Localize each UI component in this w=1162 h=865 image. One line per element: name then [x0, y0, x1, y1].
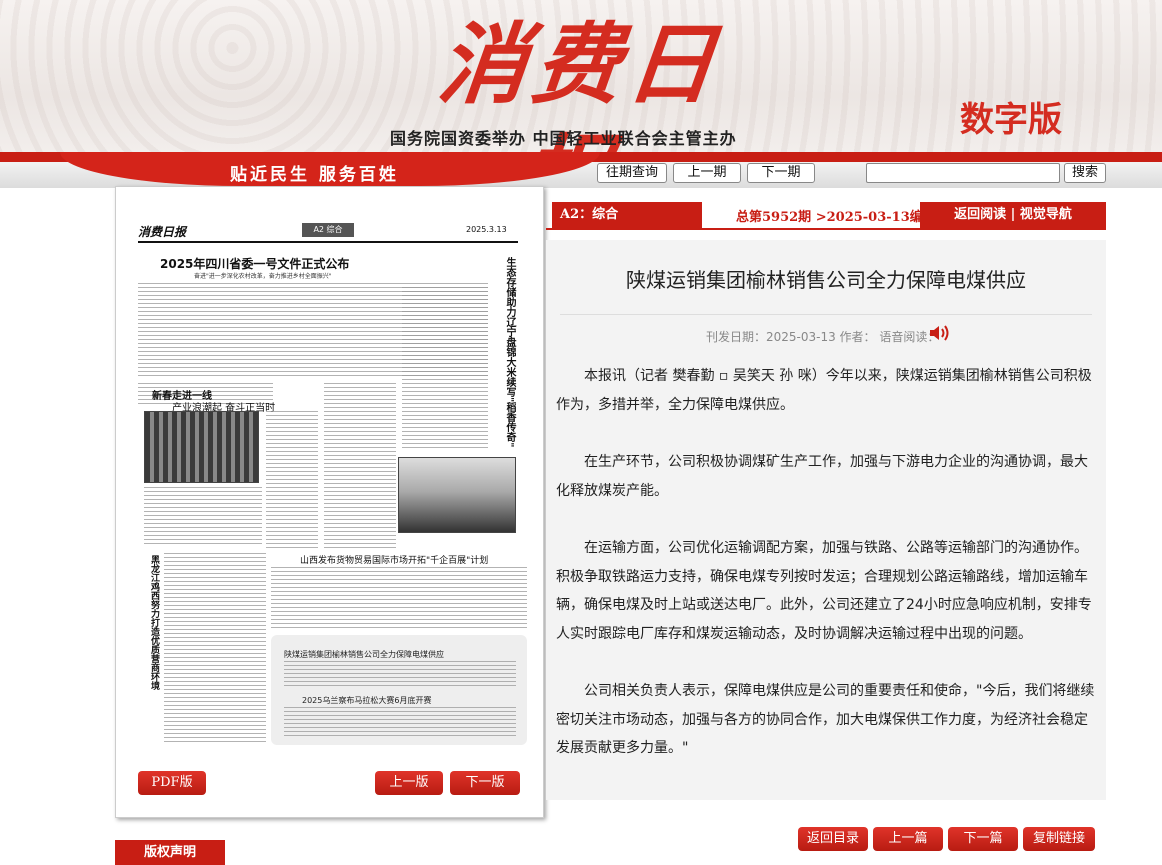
article-meta: 刊发日期：2025-03-13 作者： 语音阅读： — [706, 330, 940, 344]
grain-silo-photo — [398, 457, 516, 533]
newspaper-page-image[interactable]: 消费日报 A2 综合 2025.3.13 2025年四川省委一号文件正式公布 奋… — [115, 186, 544, 818]
page-brief-title-2[interactable]: 2025乌兰察布马拉松大赛6月底开赛 — [302, 695, 431, 706]
article-panel: 陕煤运销集团榆林销售公司全力保障电煤供应 刊发日期：2025-03-13 作者：… — [546, 240, 1106, 800]
search-input[interactable] — [866, 163, 1060, 183]
article-divider — [560, 314, 1092, 315]
article-header-rule — [546, 228, 1106, 230]
site-header: 消费日报 数字版 国务院国资委举办 中国轻工业联合会主管主办 — [0, 0, 1162, 160]
page-section-label: A2 综合 — [302, 223, 354, 237]
page-vertical-headline-right[interactable]: 生态存储助力辽宁盘锦大米续写"稻香传奇" — [499, 257, 515, 447]
speaker-icon[interactable] — [928, 324, 950, 342]
next-article-button[interactable]: 下一篇 — [948, 827, 1018, 851]
page-text-block — [266, 411, 318, 551]
past-issue-query-button[interactable]: 往期查询 — [597, 163, 667, 183]
page-subhead: 奋进"进一步深化农村改革，奋力推进乡村全面振兴" — [194, 273, 332, 280]
newspaper-logo[interactable]: 消费日报 — [394, 8, 766, 160]
page-text-block — [144, 487, 262, 547]
page-date: 2025.3.13 — [466, 225, 507, 234]
article-paragraph: 公司相关负责人表示，保障电煤供应是公司的重要责任和使命，"今后，我们将继续密切关… — [556, 683, 1095, 756]
pdf-version-button[interactable]: PDF版 — [138, 771, 206, 795]
article-title: 陕煤运销集团榆林销售公司全力保障电煤供应 — [626, 268, 1026, 292]
page-brief-title-1[interactable]: 陕煤运销集团榆林销售公司全力保障电煤供应 — [284, 649, 444, 660]
page-masthead: 消费日报 — [138, 225, 187, 239]
slogan-text: 贴近民生 服务百姓 — [230, 165, 399, 185]
next-page-button[interactable]: 下一版 — [450, 771, 520, 795]
page-text-block — [284, 707, 516, 739]
next-issue-button[interactable]: 下一期 — [747, 163, 815, 183]
issue-info: 总第5952期 >2025-03-13编印 — [736, 210, 936, 225]
article-paragraph: 在生产环节，公司积极协调煤矿生产工作，加强与下游电力企业的沟通协调，最大化释放煤… — [556, 454, 1088, 499]
digital-edition-label: 数字版 — [960, 100, 1062, 140]
copyright-notice-button[interactable]: 版权声明 — [115, 840, 225, 865]
article-body: 本报讯（记者 樊春勤 ▫ 吴笑天 孙 咪）今年以来，陕煤运销集团榆林销售公司积极… — [556, 362, 1096, 792]
sponsor-line: 国务院国资委举办 中国轻工业联合会主管主办 — [390, 129, 737, 148]
prev-issue-button[interactable]: 上一期 — [673, 163, 741, 183]
return-catalog-button[interactable]: 返回目录 — [798, 827, 868, 851]
prev-page-button[interactable]: 上一版 — [375, 771, 443, 795]
page-headline[interactable]: 2025年四川省委一号文件正式公布 — [160, 255, 349, 272]
article-paragraph: 在运输方面，公司优化运输调配方案，加强与铁路、公路等运输部门的沟通协作。积极争取… — [556, 540, 1092, 642]
factory-photo — [144, 411, 259, 483]
return-reading-nav[interactable]: 返回阅读 | 视觉导航 — [920, 202, 1106, 228]
copy-link-button[interactable]: 复制链接 — [1023, 827, 1095, 851]
article-paragraph: 本报讯（记者 樊春勤 ▫ 吴笑天 孙 咪）今年以来，陕煤运销集团榆林销售公司积极… — [556, 368, 1092, 413]
page-text-block — [284, 661, 516, 689]
page-text-block — [164, 553, 266, 743]
page-text-block — [271, 567, 527, 629]
page-mid-headline[interactable]: 山西发布货物贸易国际市场开拓"千企百展"计划 — [300, 553, 488, 566]
search-button[interactable]: 搜索 — [1064, 163, 1106, 183]
page-text-block — [402, 287, 488, 451]
edition-tab[interactable]: A2：综合 — [552, 202, 702, 228]
page-vertical-headline-left[interactable]: 黑龙江鸡西努力打造优质营商环境 — [143, 555, 159, 690]
prev-article-button[interactable]: 上一篇 — [873, 827, 943, 851]
page-top-rule — [138, 241, 518, 243]
page-text-block — [324, 383, 396, 551]
